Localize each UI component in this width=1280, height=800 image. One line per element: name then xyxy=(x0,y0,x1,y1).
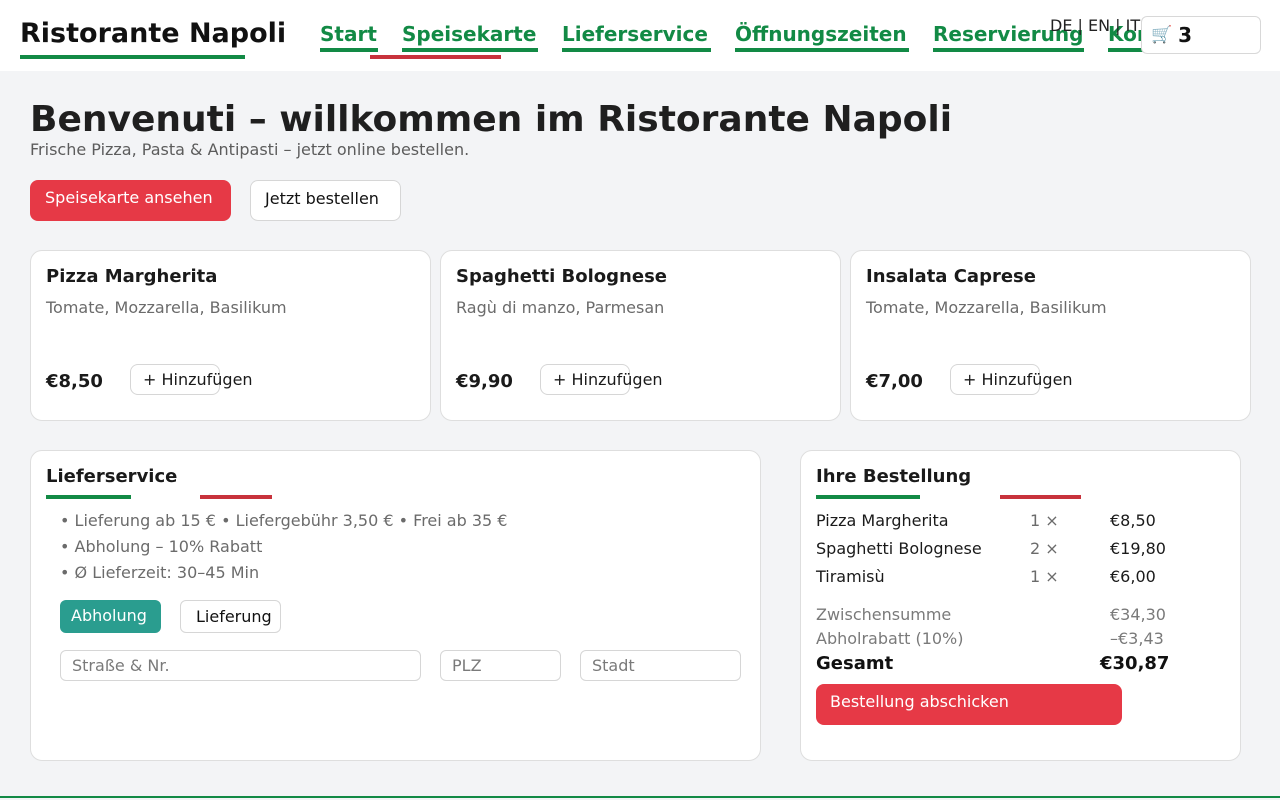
nav-link-speisekarte[interactable]: Speisekarte xyxy=(402,22,536,46)
delivery-info-time: • Ø Lieferzeit: 30–45 Min xyxy=(60,563,260,582)
order-item-price: €19,80 xyxy=(1110,539,1166,558)
delivery-toggle[interactable]: Lieferung xyxy=(180,600,281,633)
menu-card-pizza-margherita: Pizza Margherita Tomate, Mozzarella, Bas… xyxy=(30,250,431,421)
add-to-cart-label[interactable]: + Hinzufügen xyxy=(553,370,663,389)
nav-underline-speisekarte xyxy=(402,48,538,52)
title-underline-green xyxy=(46,495,131,499)
order-title: Ihre Bestellung xyxy=(816,466,972,487)
dish-price: €7,00 xyxy=(866,371,923,392)
nav-link-start[interactable]: Start xyxy=(320,22,377,46)
street-input[interactable] xyxy=(60,650,421,681)
nav-link-oeffnungszeiten[interactable]: Öffnungszeiten xyxy=(735,22,907,46)
top-navigation-bar: Ristorante Napoli Start Speisekarte Lief… xyxy=(0,0,1280,71)
nav-underline-reservierung xyxy=(933,48,1084,52)
discount-value: –€3,43 xyxy=(1110,629,1164,648)
dish-price: €9,90 xyxy=(456,371,513,392)
nav-underline-start xyxy=(320,48,378,52)
order-now-button[interactable]: Jetzt bestellen xyxy=(250,180,401,221)
discount-label: Abholrabatt (10%) xyxy=(816,629,964,648)
order-item-name: Pizza Margherita xyxy=(816,511,949,530)
nav-underline-lieferservice xyxy=(562,48,711,52)
title-underline-green xyxy=(816,495,920,499)
city-input[interactable] xyxy=(580,650,741,681)
order-item-qty: 2 × xyxy=(1030,539,1059,558)
title-underline-red xyxy=(1000,495,1081,499)
nav-active-indicator-red xyxy=(370,55,501,59)
add-to-cart-label[interactable]: + Hinzufügen xyxy=(963,370,1073,389)
submit-order-button[interactable]: Bestellung abschicken xyxy=(816,684,1122,725)
dish-name: Pizza Margherita xyxy=(46,266,218,287)
order-item-price: €6,00 xyxy=(1110,567,1156,586)
dish-description: Tomate, Mozzarella, Basilikum xyxy=(866,298,1107,317)
title-underline-red xyxy=(200,495,272,499)
total-label: Gesamt xyxy=(816,653,894,674)
order-item-qty: 1 × xyxy=(1030,567,1059,586)
dish-price: €8,50 xyxy=(46,371,103,392)
zip-input[interactable] xyxy=(440,650,561,681)
dish-name: Insalata Caprese xyxy=(866,266,1036,287)
dish-description: Ragù di manzo, Parmesan xyxy=(456,298,665,317)
menu-card-spaghetti-bolognese: Spaghetti Bolognese Ragù di manzo, Parme… xyxy=(440,250,841,421)
delivery-info-fees: • Lieferung ab 15 € • Liefergebühr 3,50 … xyxy=(60,511,508,530)
delivery-title: Lieferservice xyxy=(46,466,178,487)
menu-card-insalata-caprese: Insalata Caprese Tomate, Mozzarella, Bas… xyxy=(850,250,1251,421)
subtotal-value: €34,30 xyxy=(1110,605,1166,624)
language-switcher[interactable]: DE | EN | IT xyxy=(1050,16,1140,35)
order-item-qty: 1 × xyxy=(1030,511,1059,530)
footer-divider xyxy=(0,796,1280,798)
add-to-cart-label[interactable]: + Hinzufügen xyxy=(143,370,253,389)
order-summary-panel: Ihre Bestellung Pizza Margherita 1 × €8,… xyxy=(800,450,1241,761)
cart-button[interactable]: 🛒 3 xyxy=(1141,16,1261,54)
delivery-info-pickup: • Abholung – 10% Rabatt xyxy=(60,537,263,556)
hero-subtitle: Frische Pizza, Pasta & Antipasti – jetzt… xyxy=(30,140,470,159)
shopping-cart-icon: 🛒 xyxy=(1151,25,1173,45)
order-item-price: €8,50 xyxy=(1110,511,1156,530)
dish-description: Tomate, Mozzarella, Basilikum xyxy=(46,298,287,317)
brand-underline-green xyxy=(20,55,245,59)
total-value: €30,87 xyxy=(1100,653,1170,674)
order-item-name: Tiramisù xyxy=(816,567,885,586)
nav-underline-oeffnungszeiten xyxy=(735,48,909,52)
subtotal-label: Zwischensumme xyxy=(816,605,952,624)
cart-count: 3 xyxy=(1178,23,1193,47)
order-item-name: Spaghetti Bolognese xyxy=(816,539,982,558)
nav-link-lieferservice[interactable]: Lieferservice xyxy=(562,22,708,46)
pickup-toggle[interactable]: Abholung xyxy=(60,600,161,633)
delivery-panel: Lieferservice • Lieferung ab 15 € • Lief… xyxy=(30,450,761,761)
dish-name: Spaghetti Bolognese xyxy=(456,266,667,287)
view-menu-button[interactable]: Speisekarte ansehen xyxy=(30,180,231,221)
site-brand[interactable]: Ristorante Napoli xyxy=(20,18,286,49)
hero-title: Benvenuti – willkommen im Ristorante Nap… xyxy=(30,99,953,140)
